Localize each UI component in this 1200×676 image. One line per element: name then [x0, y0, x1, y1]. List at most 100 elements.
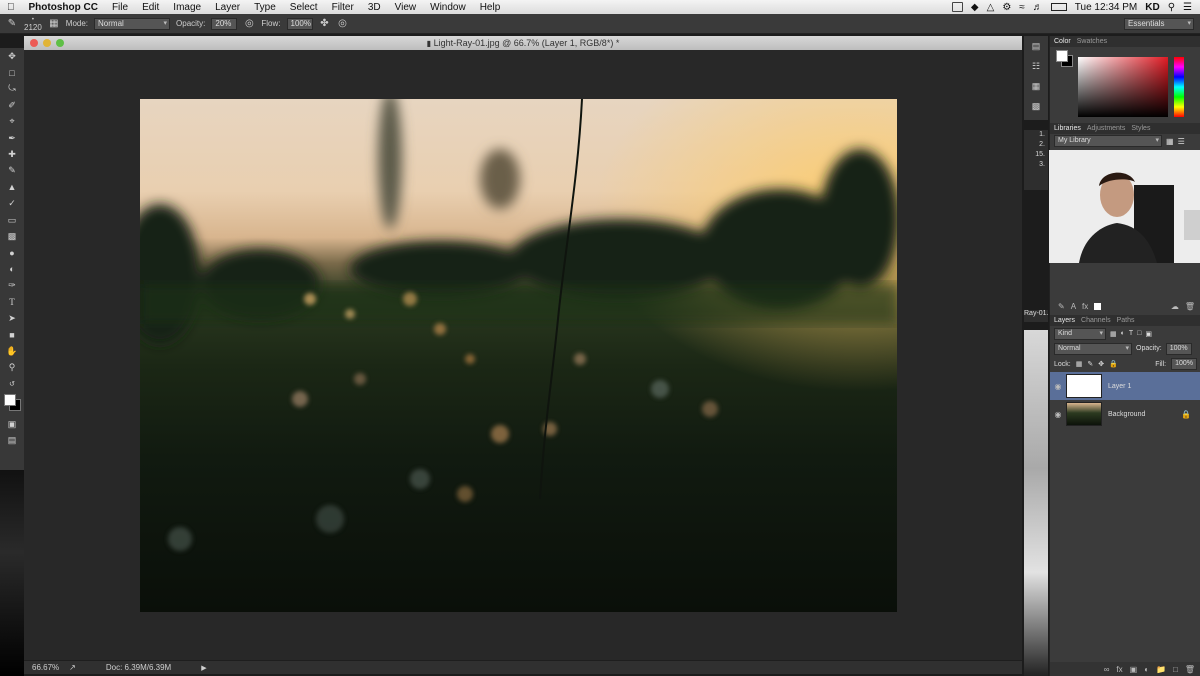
- menu-select[interactable]: Select: [283, 2, 325, 13]
- quick-selection-tool-icon[interactable]: ✐: [0, 97, 24, 113]
- brush-tool-icon[interactable]: ✎: [0, 163, 24, 179]
- menu-window[interactable]: Window: [423, 2, 473, 13]
- quick-mask-icon[interactable]: ▣: [0, 416, 24, 432]
- healing-brush-tool-icon[interactable]: ✚: [0, 146, 24, 162]
- filter-adjustment-icon[interactable]: ◐: [1121, 330, 1125, 337]
- marquee-tool-icon[interactable]: □: [0, 64, 24, 80]
- color-swatches[interactable]: [0, 392, 24, 416]
- library-dropdown[interactable]: My Library: [1054, 135, 1162, 147]
- dodge-tool-icon[interactable]: ◐: [0, 261, 24, 277]
- menu-photoshop[interactable]: Photoshop CC: [22, 2, 105, 13]
- foreground-color-chip[interactable]: [1056, 50, 1068, 62]
- camera-icon[interactable]: [951, 2, 963, 12]
- library-delete-icon[interactable]: 🗑: [1185, 302, 1200, 311]
- document-size[interactable]: Doc: 6.39M/6.39M: [106, 663, 171, 672]
- layer-filter-dropdown[interactable]: Kind: [1054, 327, 1106, 340]
- settings-icon[interactable]: ⚙: [1002, 2, 1011, 13]
- delete-layer-icon[interactable]: 🗑: [1185, 665, 1195, 674]
- blend-mode-dropdown[interactable]: Normal: [1054, 342, 1132, 355]
- character-panel-icon[interactable]: ▦: [1024, 76, 1048, 96]
- color-field[interactable]: [1078, 57, 1168, 117]
- swap-colors-icon[interactable]: ↺: [0, 376, 24, 392]
- paragraph-panel-icon[interactable]: ▩: [1024, 96, 1048, 116]
- tab-adjustments[interactable]: Adjustments: [1087, 125, 1126, 132]
- filter-smart-object-icon[interactable]: ▣: [1145, 330, 1152, 338]
- tab-layers[interactable]: Layers: [1054, 317, 1075, 324]
- menu-view[interactable]: View: [388, 2, 424, 13]
- tab-paths[interactable]: Paths: [1117, 317, 1135, 324]
- share-icon[interactable]: ↗: [69, 663, 76, 672]
- menu-edit[interactable]: Edit: [135, 2, 166, 13]
- clone-stamp-tool-icon[interactable]: ▲: [0, 179, 24, 195]
- hand-tool-icon[interactable]: ✋: [0, 343, 24, 359]
- flow-input[interactable]: 100%: [286, 17, 313, 30]
- new-adjustment-layer-icon[interactable]: ◐: [1144, 665, 1149, 674]
- layer-name[interactable]: Layer 1: [1108, 383, 1131, 390]
- tab-styles[interactable]: Styles: [1131, 125, 1150, 132]
- filter-type-icon[interactable]: T: [1129, 330, 1133, 337]
- layer-style-icon[interactable]: fx: [1116, 665, 1122, 674]
- lock-position-icon[interactable]: ✥: [1098, 360, 1104, 368]
- pen-tool-icon[interactable]: ✑: [0, 277, 24, 293]
- new-group-icon[interactable]: 📁: [1156, 665, 1166, 674]
- add-text-icon[interactable]: A: [1071, 302, 1076, 311]
- notification-center-icon[interactable]: ☰: [1183, 2, 1192, 13]
- image-canvas[interactable]: [140, 99, 897, 612]
- foreground-color-swatch[interactable]: [4, 394, 16, 407]
- history-brush-tool-icon[interactable]: ✓: [0, 196, 24, 212]
- lasso-tool-icon[interactable]: ⤿: [0, 81, 24, 97]
- brush-tool-icon[interactable]: ✎: [6, 18, 18, 30]
- layer-opacity-input[interactable]: 100%: [1165, 342, 1192, 355]
- layer-row-background[interactable]: ◉ Background 🔒: [1050, 400, 1200, 428]
- fx-icon[interactable]: fx: [1082, 302, 1088, 311]
- tab-color[interactable]: Color: [1054, 38, 1071, 45]
- tab-channels[interactable]: Channels: [1081, 317, 1111, 324]
- lock-all-icon[interactable]: 🔒: [1109, 360, 1118, 368]
- menubar-clock[interactable]: Tue 12:34 PM: [1075, 2, 1137, 13]
- visibility-eye-icon[interactable]: ◉: [1050, 382, 1066, 391]
- wifi-icon[interactable]: ≈: [1019, 2, 1025, 13]
- library-sync-icon[interactable]: ☁: [1171, 302, 1179, 311]
- menu-image[interactable]: Image: [166, 2, 208, 13]
- menu-type[interactable]: Type: [247, 2, 283, 13]
- lock-transparent-icon[interactable]: ▦: [1076, 360, 1083, 368]
- menu-filter[interactable]: Filter: [325, 2, 361, 13]
- screen-mode-icon[interactable]: ▤: [0, 433, 24, 449]
- zoom-tool-icon[interactable]: ⚲: [0, 359, 24, 375]
- brush-preset-picker[interactable]: • 2120: [24, 17, 42, 32]
- visibility-eye-icon[interactable]: ◉: [1050, 410, 1066, 419]
- status-menu-arrow-icon[interactable]: ▶: [201, 664, 206, 672]
- lock-image-icon[interactable]: ✎: [1087, 360, 1093, 368]
- layer-row-layer1[interactable]: ◉ Layer 1: [1050, 372, 1200, 400]
- history-panel-icon[interactable]: ▤: [1024, 36, 1048, 56]
- dropbox-icon[interactable]: ◆: [971, 2, 979, 13]
- tab-swatches[interactable]: Swatches: [1077, 38, 1107, 45]
- battery-icon[interactable]: [1050, 3, 1067, 11]
- airbrush-icon[interactable]: ✤: [319, 18, 331, 30]
- add-content-icon[interactable]: ✎: [1058, 302, 1065, 311]
- shape-tool-icon[interactable]: ■: [0, 327, 24, 343]
- fill-input[interactable]: 100%: [1171, 358, 1197, 370]
- blur-tool-icon[interactable]: ●: [0, 245, 24, 261]
- path-selection-tool-icon[interactable]: ➤: [0, 310, 24, 326]
- filter-pixel-icon[interactable]: ▦: [1110, 330, 1117, 338]
- workspace-switcher[interactable]: Essentials: [1124, 17, 1194, 30]
- tab-libraries[interactable]: Libraries: [1054, 125, 1081, 132]
- filter-shape-icon[interactable]: □: [1137, 330, 1141, 337]
- move-tool-icon[interactable]: ✥: [0, 48, 24, 64]
- list-view-icon[interactable]: ☰: [1178, 137, 1185, 146]
- add-color-swatch[interactable]: [1094, 302, 1102, 310]
- layer-name[interactable]: Background: [1108, 411, 1145, 418]
- crop-tool-icon[interactable]: ⌖: [0, 114, 24, 130]
- properties-panel-icon[interactable]: ☷: [1024, 56, 1048, 76]
- menu-3d[interactable]: 3D: [361, 2, 388, 13]
- menu-help[interactable]: Help: [473, 2, 508, 13]
- type-tool-icon[interactable]: T: [0, 294, 24, 310]
- hue-slider[interactable]: [1174, 57, 1184, 117]
- minimize-window-button[interactable]: [43, 39, 51, 47]
- new-layer-icon[interactable]: □: [1173, 665, 1178, 674]
- add-mask-icon[interactable]: ▣: [1130, 665, 1138, 674]
- google-drive-icon[interactable]: △: [987, 2, 995, 13]
- menubar-user[interactable]: KD: [1145, 2, 1159, 13]
- opacity-input[interactable]: 20%: [211, 17, 238, 30]
